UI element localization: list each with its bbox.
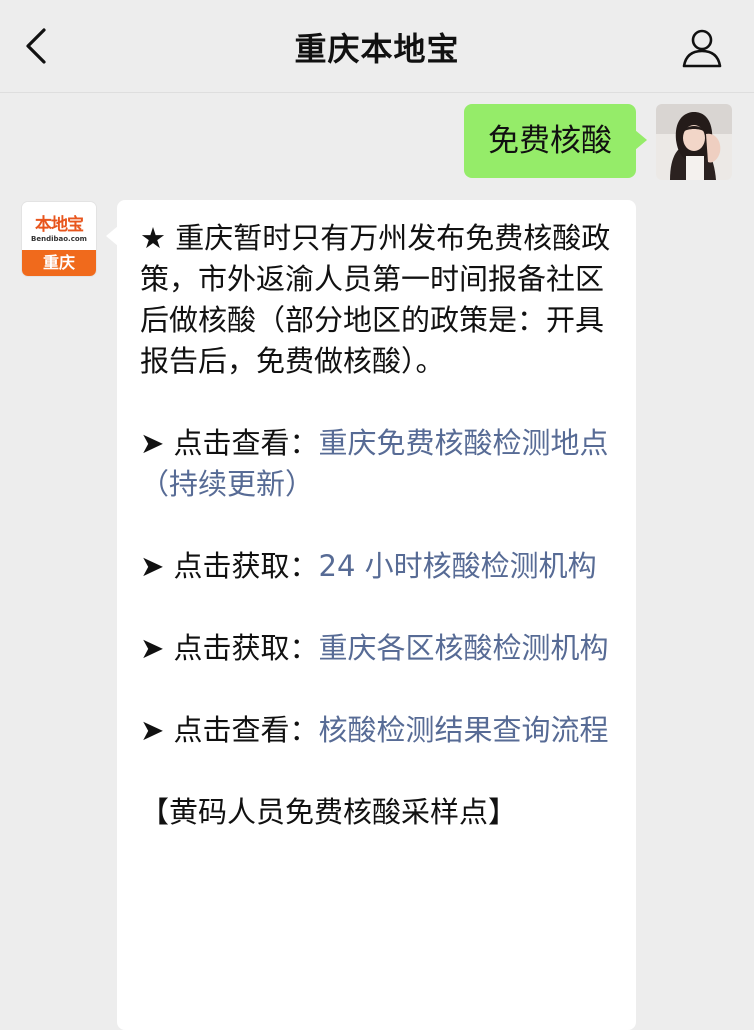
incoming-message-bubble: ★ 重庆暂时只有万州发布免费核酸政策，市外返渝人员第一时间报备社区后做核酸（部分… xyxy=(106,200,636,1030)
logo-city-text: 重庆 xyxy=(22,250,96,276)
link-24h-test-agencies[interactable]: 24 小时核酸检测机构 xyxy=(319,549,597,583)
section-heading: 【黄码人员免费核酸采样点】 xyxy=(140,795,518,829)
list-item: ➤ 点击查看：核酸检测结果查询流程 xyxy=(140,710,616,751)
list-item: ➤ 点击获取：重庆各区核酸检测机构 xyxy=(140,628,616,669)
intro-paragraph: ★ 重庆暂时只有万州发布免费核酸政策，市外返渝人员第一时间报备社区后做核酸（部分… xyxy=(140,221,611,378)
top-bar: 重庆本地宝 xyxy=(0,0,754,93)
list-item: ➤ 点击查看：重庆免费核酸检测地点（持续更新） xyxy=(140,423,616,505)
link-district-test-agencies[interactable]: 重庆各区核酸检测机构 xyxy=(319,631,609,665)
user-avatar[interactable] xyxy=(656,104,732,180)
outgoing-message-bubble[interactable]: 免费核酸 xyxy=(464,104,647,178)
logo-brand-text: 本地宝 xyxy=(35,215,84,235)
item-prefix: ➤ 点击获取： xyxy=(140,631,319,665)
link-result-query-process[interactable]: 核酸检测结果查询流程 xyxy=(319,713,609,747)
item-prefix: ➤ 点击获取： xyxy=(140,549,319,583)
bot-avatar[interactable]: 本地宝 Bendibao.com 重庆 xyxy=(22,202,96,276)
chat-title: 重庆本地宝 xyxy=(294,30,460,68)
logo-url-text: Bendibao.com xyxy=(31,235,87,243)
user-avatar-image xyxy=(656,104,732,180)
item-prefix: ➤ 点击查看： xyxy=(140,426,319,460)
person-icon[interactable] xyxy=(680,26,724,70)
item-prefix: ➤ 点击查看： xyxy=(140,713,319,747)
list-item: ➤ 点击获取：24 小时核酸检测机构 xyxy=(140,546,616,587)
